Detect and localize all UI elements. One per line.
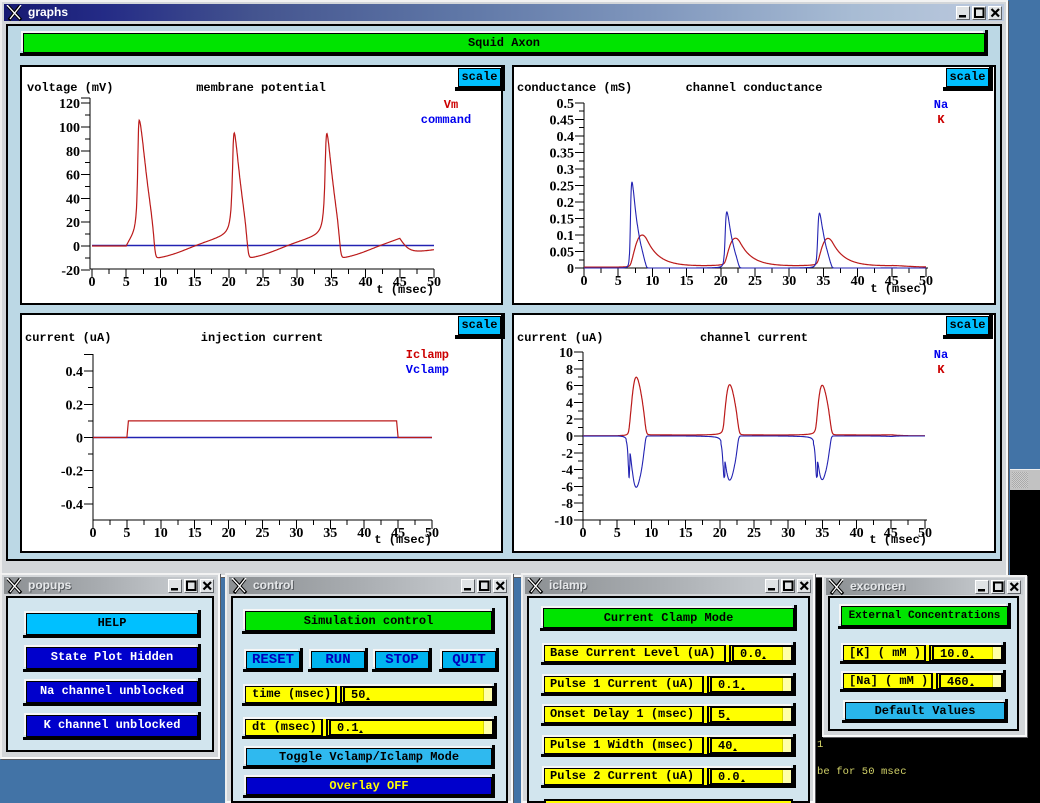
svg-text:0: 0 <box>566 430 573 445</box>
svg-text:5: 5 <box>123 275 130 290</box>
svg-text:30: 30 <box>781 526 795 541</box>
svg-text:0.45: 0.45 <box>550 114 575 129</box>
svg-text:20: 20 <box>714 274 728 289</box>
svg-text:K: K <box>937 363 945 377</box>
svg-text:0.15: 0.15 <box>550 213 575 228</box>
svg-text:4: 4 <box>566 396 573 411</box>
svg-text:0.5: 0.5 <box>557 97 575 112</box>
svg-text:conductance (mS): conductance (mS) <box>517 81 632 95</box>
svg-text:35: 35 <box>323 526 337 541</box>
svg-text:command: command <box>421 113 471 127</box>
svg-text:0.05: 0.05 <box>550 246 575 261</box>
svg-text:membrane potential: membrane potential <box>196 81 326 95</box>
svg-text:0: 0 <box>90 526 97 541</box>
svg-text:35: 35 <box>816 274 830 289</box>
svg-text:25: 25 <box>748 274 762 289</box>
svg-text:8: 8 <box>566 363 573 378</box>
svg-text:0.4: 0.4 <box>66 365 84 380</box>
svg-text:80: 80 <box>66 145 80 160</box>
svg-text:Iclamp: Iclamp <box>406 348 449 362</box>
svg-text:40: 40 <box>359 275 373 290</box>
svg-text:40: 40 <box>357 526 371 541</box>
svg-text:0.1: 0.1 <box>557 229 575 244</box>
svg-text:channel current: channel current <box>700 331 808 345</box>
svg-text:-20: -20 <box>61 264 80 279</box>
svg-text:10: 10 <box>154 526 168 541</box>
svg-text:15: 15 <box>680 274 694 289</box>
svg-text:0.2: 0.2 <box>557 196 575 211</box>
svg-text:35: 35 <box>324 275 338 290</box>
svg-text:K: K <box>937 113 945 127</box>
svg-text:voltage (mV): voltage (mV) <box>27 81 113 95</box>
svg-text:30: 30 <box>782 274 796 289</box>
svg-text:5: 5 <box>123 526 130 541</box>
svg-text:10: 10 <box>559 346 573 361</box>
svg-text:2: 2 <box>566 413 573 428</box>
svg-text:0: 0 <box>89 275 96 290</box>
svg-text:30: 30 <box>290 275 304 290</box>
svg-text:25: 25 <box>256 526 270 541</box>
svg-text:0: 0 <box>73 240 80 255</box>
svg-text:40: 40 <box>66 192 80 207</box>
svg-text:10: 10 <box>644 526 658 541</box>
svg-text:20: 20 <box>222 526 236 541</box>
svg-text:40: 40 <box>851 274 865 289</box>
svg-text:0: 0 <box>581 274 588 289</box>
svg-text:100: 100 <box>59 121 80 136</box>
svg-text:120: 120 <box>59 97 80 112</box>
svg-text:5: 5 <box>614 526 621 541</box>
svg-text:-10: -10 <box>554 514 573 529</box>
svg-text:-6: -6 <box>561 480 573 495</box>
svg-text:5: 5 <box>615 274 622 289</box>
svg-text:0.25: 0.25 <box>550 180 575 195</box>
svg-text:-0.2: -0.2 <box>61 465 83 480</box>
svg-text:Vclamp: Vclamp <box>406 363 449 377</box>
svg-text:0.3: 0.3 <box>557 163 575 178</box>
svg-text:6: 6 <box>566 380 573 395</box>
svg-text:t (msec): t (msec) <box>869 533 927 547</box>
svg-text:0: 0 <box>76 432 83 447</box>
svg-text:Na: Na <box>934 348 948 362</box>
svg-text:10: 10 <box>153 275 167 290</box>
svg-text:20: 20 <box>66 216 80 231</box>
svg-text:20: 20 <box>222 275 236 290</box>
svg-text:current (uA): current (uA) <box>517 331 603 345</box>
svg-text:current (uA): current (uA) <box>25 331 111 345</box>
svg-text:t (msec): t (msec) <box>870 282 928 296</box>
svg-text:15: 15 <box>188 526 202 541</box>
svg-text:15: 15 <box>679 526 693 541</box>
svg-text:10: 10 <box>645 274 659 289</box>
svg-text:-2: -2 <box>561 447 573 462</box>
svg-text:Na: Na <box>934 98 948 112</box>
svg-text:20: 20 <box>713 526 727 541</box>
svg-text:15: 15 <box>188 275 202 290</box>
svg-text:-0.4: -0.4 <box>61 498 83 513</box>
svg-text:30: 30 <box>289 526 303 541</box>
svg-text:0.35: 0.35 <box>550 147 575 162</box>
svg-text:60: 60 <box>66 169 80 184</box>
svg-text:0.2: 0.2 <box>66 398 84 413</box>
svg-text:-8: -8 <box>561 497 573 512</box>
svg-text:channel conductance: channel conductance <box>686 81 823 95</box>
svg-text:25: 25 <box>256 275 270 290</box>
svg-text:Vm: Vm <box>444 98 458 112</box>
svg-text:0.4: 0.4 <box>557 130 575 145</box>
svg-text:0: 0 <box>580 526 587 541</box>
svg-text:35: 35 <box>815 526 829 541</box>
svg-text:t (msec): t (msec) <box>374 533 432 547</box>
svg-text:injection current: injection current <box>201 331 323 345</box>
svg-text:t (msec): t (msec) <box>376 283 434 297</box>
svg-text:25: 25 <box>747 526 761 541</box>
svg-text:40: 40 <box>850 526 864 541</box>
svg-text:0: 0 <box>567 262 574 277</box>
svg-text:-4: -4 <box>561 464 573 479</box>
